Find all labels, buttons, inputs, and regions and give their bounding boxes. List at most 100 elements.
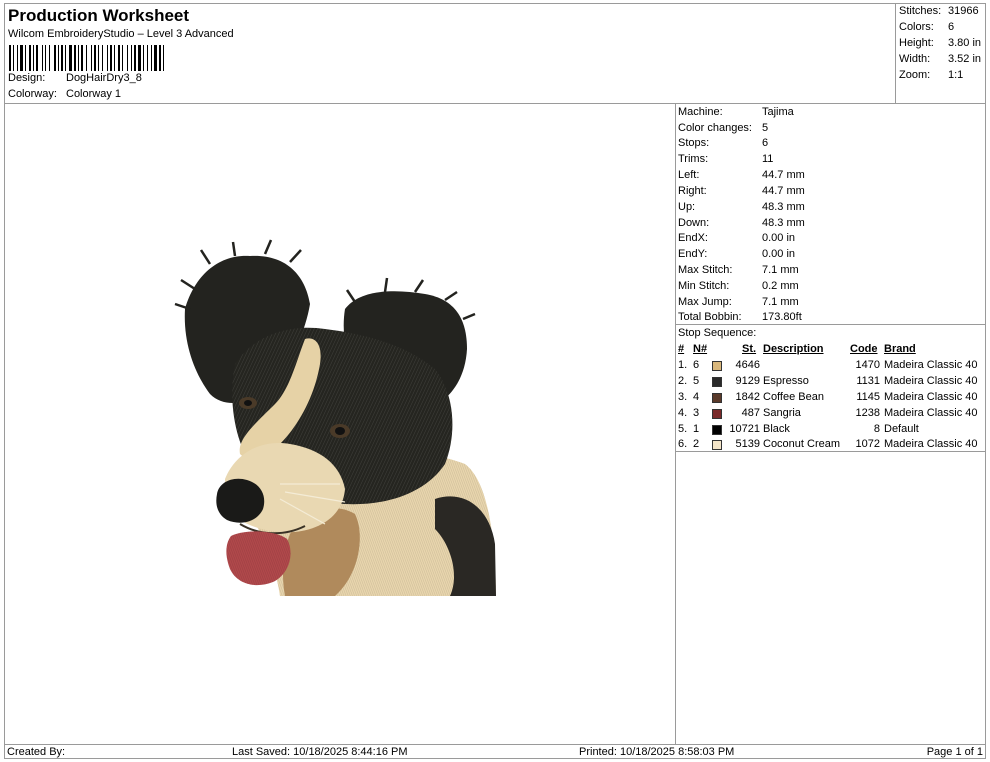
row-code: 1131 [856,375,880,387]
row-num: 5. [678,423,688,435]
summary-value: 3.80 in [948,37,982,49]
info-label: Left: [678,169,700,181]
row-stitches: 9129 [735,375,760,387]
info-label: Trims: [678,153,709,165]
stop-sequence-table: Stop Sequence: # N# St. Description Code… [676,324,986,452]
info-value: 6 [762,137,769,149]
row-description: Espresso [763,375,809,387]
design-value: DogHairDry3_8 [66,72,142,84]
info-value: Tajima [762,106,794,118]
page-title: Production Worksheet [8,6,190,25]
printed-date: Printed: 10/18/2025 8:58:03 PM [579,746,735,758]
info-value: 0.00 in [762,232,796,244]
color-swatch [712,361,722,371]
row-brand: Madeira Classic 40 [884,407,978,419]
col-header-num: # [678,343,685,355]
info-label: Up: [678,201,696,213]
stop-sequence-title: Stop Sequence: [678,327,757,339]
design-label: Design: [8,72,46,84]
summary-value: 1:1 [948,69,964,81]
summary-value: 6 [948,21,955,33]
row-brand: Madeira Classic 40 [884,391,978,403]
info-label: Total Bobbin: [678,311,742,323]
row-description: Black [763,423,790,435]
row-num: 1. [678,359,688,371]
row-description: Coffee Bean [763,391,824,403]
row-needle: 3 [693,407,700,419]
info-label: EndX: [678,232,708,244]
summary-value: 31966 [948,5,979,17]
row-code: 1072 [855,438,880,450]
summary-width: Width: 3.52 in [899,53,981,65]
info-label: Min Stitch: [678,280,730,292]
row-code: 1470 [855,359,880,371]
row-description: Coconut Cream [763,438,841,450]
color-swatch [712,409,722,419]
page-number: Page 1 of 1 [926,746,983,758]
info-value: 11 [762,153,774,165]
info-row-machine: Machine: Tajima [678,106,794,118]
row-needle: 2 [693,438,700,450]
row-needle: 1 [693,423,700,435]
row-needle: 6 [693,359,700,371]
summary-value: 3.52 in [948,53,982,65]
summary-box: Stitches: 31966 Colors: 6 Height: 3.80 in W… [895,3,986,104]
software-subtitle: Wilcom EmbroideryStudio – Level 3 Advanc… [8,28,234,40]
row-needle: 5 [693,375,700,387]
summary-height: Height: 3.80 in [899,37,981,49]
info-value: 0.2 mm [762,280,799,292]
created-by: Created By: [7,746,66,758]
info-value: 44.7 mm [762,169,805,181]
color-swatch [712,377,722,387]
col-header-brand: Brand [884,343,916,355]
info-label: Color changes: [678,122,752,134]
info-value: 44.7 mm [762,185,805,197]
info-row-min-stitch: Min Stitch: 0.2 mm [678,280,799,292]
info-label: Max Jump: [678,296,732,308]
info-row-stops: Stops: 6 [678,137,768,149]
info-label: Max Stitch: [678,264,733,276]
info-value: 173.80ft [762,311,802,323]
info-row-color-changes: Color changes: 5 [678,122,768,134]
design-row: Design: DogHairDry3_8 [8,72,142,84]
info-row-max-jump: Max Jump: 7.1 mm [678,296,799,308]
row-code: 1145 [856,391,880,403]
color-swatch [712,440,722,450]
row-needle: 4 [693,391,700,403]
col-header-st: St. [742,343,757,355]
colorway-row: Colorway: Colorway 1 [8,88,121,100]
info-row-left: Left: 44.7 mm [678,169,805,181]
summary-label: Height: [899,37,934,49]
row-stitches: 487 [741,407,760,419]
summary-label: Colors: [899,21,934,33]
barcode [9,45,164,71]
worksheet-footer: Created By: Last Saved: 10/18/2025 8:44:… [4,744,986,759]
row-code: 8 [873,423,880,435]
row-stitches: 5139 [735,438,760,450]
summary-label: Width: [899,53,931,65]
info-value: 7.1 mm [762,264,799,276]
info-row-endy: EndY: 0.00 in [678,248,795,260]
colorway-label: Colorway: [8,88,57,100]
info-label: Down: [678,217,710,229]
row-num: 4. [678,407,688,419]
row-stitches: 10721 [729,423,760,435]
info-value: 48.3 mm [762,201,805,213]
col-header-code: Code [850,343,878,355]
info-row-right: Right: 44.7 mm [678,185,805,197]
info-row-endx: EndX: 0.00 in [678,232,795,244]
row-brand: Madeira Classic 40 [884,375,978,387]
info-value: 48.3 mm [762,217,805,229]
row-brand: Madeira Classic 40 [884,438,978,450]
summary-colors: Colors: 6 [899,21,954,33]
row-num: 2. [678,375,688,387]
info-row-trims: Trims: 11 [678,153,773,165]
info-row-up: Up: 48.3 mm [678,201,805,213]
info-row-max-stitch: Max Stitch: 7.1 mm [678,264,799,276]
last-saved: Last Saved: 10/18/2025 8:44:16 PM [232,746,408,758]
info-label: EndY: [678,248,708,260]
row-code: 1238 [855,407,880,419]
worksheet-header: Production Worksheet Wilcom EmbroiderySt… [4,3,895,104]
info-label: Stops: [678,137,710,149]
design-preview [5,104,675,744]
